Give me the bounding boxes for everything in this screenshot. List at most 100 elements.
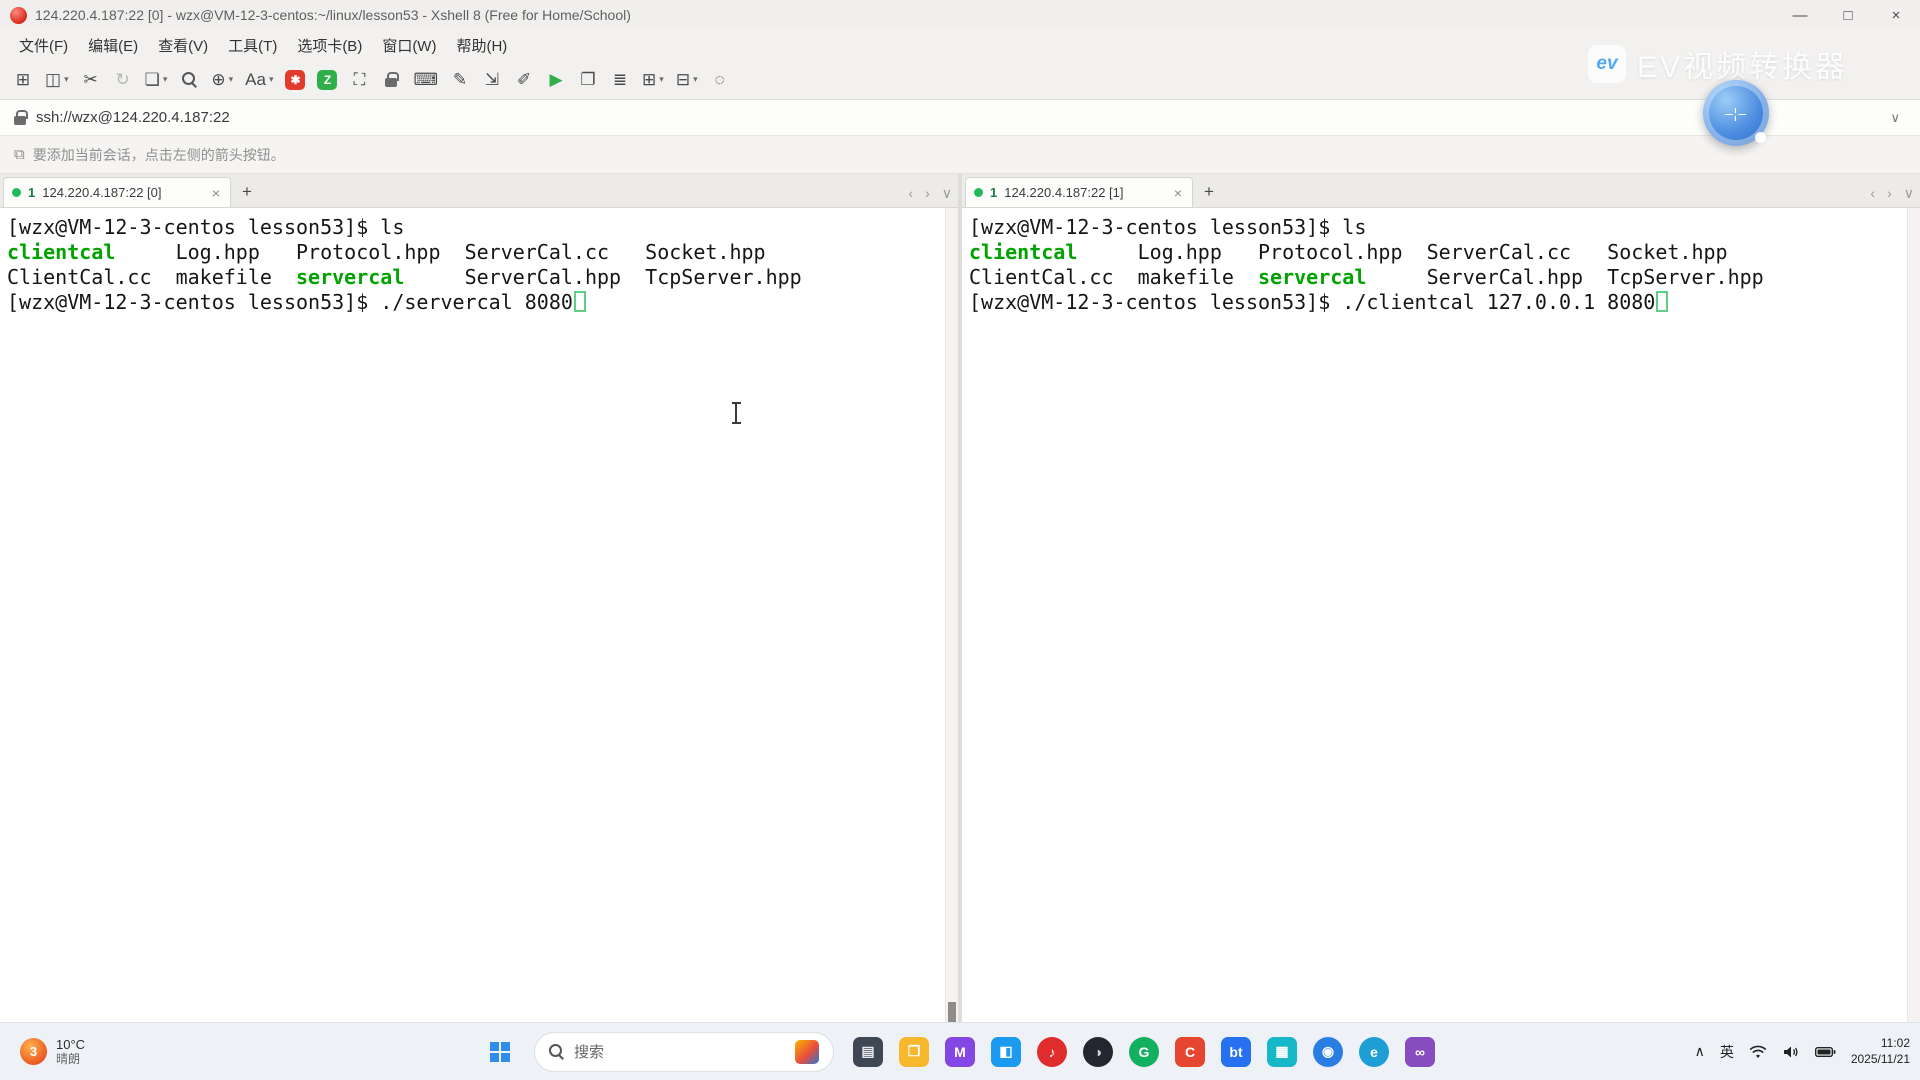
search-daily-image-icon[interactable] [795,1040,819,1064]
dropdown-caret-icon[interactable]: ▾ [163,74,168,85]
tab-list-button[interactable]: ∨ [942,186,952,200]
close-button[interactable]: × [1872,0,1920,30]
battery-icon[interactable] [1815,1046,1836,1058]
tab-list-button[interactable]: ∨ [1904,186,1914,200]
taskbar-app-files[interactable]: ▤ [848,1032,888,1072]
xagent-icon: ✱ [285,70,305,90]
taskbar-app-photos-icon: ▦ [1267,1037,1297,1067]
tab-scroll-right-button[interactable]: › [1887,186,1892,200]
dropdown-caret-icon[interactable]: ▾ [659,74,664,85]
new-session-button[interactable]: ⊞ [8,64,38,96]
properties-button[interactable]: ≣ [605,64,635,96]
taskbar-app-dark-icon: ◑ [1083,1037,1113,1067]
tab-scroll-right-button[interactable]: › [925,186,930,200]
lock-screen-button[interactable] [376,64,406,96]
log-button[interactable]: ⌨ [408,64,443,96]
taskbar-app-purple-m[interactable]: M [940,1032,980,1072]
taskbar-clock[interactable]: 11:02 2025/11/21 [1851,1036,1910,1067]
menu-item-help[interactable]: 帮助(H) [447,31,516,60]
reconnect-button[interactable]: ↻ [108,64,138,96]
taskbar-app-red-c-icon: C [1175,1037,1205,1067]
scrollbar-left[interactable] [945,208,958,1052]
fullscreen-button[interactable]: ⛶ [344,64,374,96]
search-placeholder: 搜索 [574,1041,785,1062]
new-tab-button[interactable]: + [1196,179,1222,205]
terminal-line: [wzx@VM-12-3-centos lesson53]$ ./clientc… [969,290,1902,315]
start-button[interactable] [480,1032,520,1072]
dropdown-caret-icon[interactable]: ▾ [693,74,698,85]
tab-bar-right: 1 124.220.4.187:22 [1] × + ‹ › ∨ [962,174,1920,208]
tab-scroll-left-button[interactable]: ‹ [908,186,913,200]
open-sessions-button[interactable]: ◫▾ [40,64,74,96]
taskbar-app-vscode[interactable]: ◧ [986,1032,1026,1072]
encoding-button[interactable]: ⊕▾ [206,64,238,96]
tab-scroll-left-button[interactable]: ‹ [1870,186,1875,200]
record-button[interactable]: ◌ [705,64,735,96]
terminal-pane-left: 1 124.220.4.187:22 [0] × + ‹ › ∨ [wzx@VM… [0,174,958,1052]
menu-item-view[interactable]: 查看(V) [149,31,217,60]
menu-item-file[interactable]: 文件(F) [10,31,77,60]
menu-item-tools[interactable]: 工具(T) [219,31,286,60]
taskbar-app-music[interactable]: ♪ [1032,1032,1072,1072]
compose-button[interactable]: ✐ [509,64,539,96]
terminal-line: clientcal Log.hpp Protocol.hpp ServerCal… [969,240,1902,265]
tab-close-button[interactable]: × [210,185,222,201]
tab-close-button[interactable]: × [1172,185,1184,201]
taskbar-app-compass[interactable]: ◉ [1308,1032,1348,1072]
taskbar-app-red-c[interactable]: C [1170,1032,1210,1072]
taskbar-app-photos[interactable]: ▦ [1262,1032,1302,1072]
import-button[interactable]: ⇲ [477,64,507,96]
taskbar-weather-widget[interactable]: 3 10°C 晴朗 [12,1023,93,1080]
taskbar-app-explorer[interactable]: ❒ [894,1032,934,1072]
taskbar-app-dark[interactable]: ◑ [1078,1032,1118,1072]
menu-item-edit[interactable]: 编辑(E) [79,31,147,60]
address-bar[interactable]: ssh://wzx@124.220.4.187:22 ∨ [0,100,1920,136]
search-icon [549,1044,564,1059]
taskbar-search-box[interactable]: 搜索 [534,1032,834,1072]
wifi-icon[interactable] [1749,1045,1767,1059]
windows-taskbar: 3 10°C 晴朗 搜索 ▤❒M◧♪◑GCbt▦◉e∞ ∧ 英 11:02 2 [0,1022,1920,1080]
import-box-icon: ⇲ [485,71,499,88]
maximize-button[interactable]: □ [1824,0,1872,30]
ev-float-ball[interactable]: –¦– [1703,80,1769,146]
terminal-line: [wzx@VM-12-3-centos lesson53]$ ls [969,215,1902,240]
scrollbar-right[interactable] [1907,208,1920,1052]
new-window-button[interactable]: ⊞▾ [637,64,669,96]
new-tab-button[interactable]: + [234,179,260,205]
hidden-icons-button[interactable]: ∧ [1695,1043,1705,1060]
terminal-text: servercal [1258,265,1366,289]
minimize-button[interactable]: — [1776,0,1824,30]
menu-item-tab[interactable]: 选项卡(B) [288,31,371,60]
input-language-button[interactable]: 英 [1720,1042,1734,1062]
address-dropdown-icon[interactable]: ∨ [1884,110,1906,126]
terminal-split: 1 124.220.4.187:22 [0] × + ‹ › ∨ [wzx@VM… [0,174,1920,1052]
terminal-output-right[interactable]: [wzx@VM-12-3-centos lesson53]$ lsclientc… [962,208,1920,1052]
taskbar-app-visual-studio[interactable]: ∞ [1400,1032,1440,1072]
volume-icon[interactable] [1782,1045,1800,1059]
xftp-button[interactable]: Z [312,64,342,96]
terminal-wrap-left: [wzx@VM-12-3-centos lesson53]$ lsclientc… [0,208,958,1052]
dropdown-caret-icon[interactable]: ▾ [229,74,234,85]
hint-text: 要添加当前会话，点击左侧的箭头按钮。 [33,145,285,165]
dropdown-caret-icon[interactable]: ▾ [64,74,69,85]
tile-windows-button[interactable]: ⊟▾ [671,64,703,96]
duplicate-session-button[interactable]: ❏▾ [140,64,173,96]
taskbar-app-bt[interactable]: bt [1216,1032,1256,1072]
dropdown-caret-icon[interactable]: ▾ [269,74,274,85]
session-tab-right[interactable]: 1 124.220.4.187:22 [1] × [965,177,1193,207]
find-button[interactable] [174,64,204,96]
panes-button[interactable]: ❐ [573,64,603,96]
session-tab-left[interactable]: 1 124.220.4.187:22 [0] × [3,177,231,207]
terminal-output-left[interactable]: [wzx@VM-12-3-centos lesson53]$ lsclientc… [0,208,958,1052]
taskbar-app-green-g[interactable]: G [1124,1032,1164,1072]
highlight-button[interactable]: ✎ [445,64,475,96]
session-url[interactable]: ssh://wzx@124.220.4.187:22 [36,109,1874,126]
menu-item-window[interactable]: 窗口(W) [373,31,445,60]
xagent-button[interactable]: ✱ [280,64,310,96]
run-script-button[interactable]: ▶ [541,64,571,96]
xshell-window: 124.220.4.187:22 [0] - wzx@VM-12-3-cento… [0,0,1920,1080]
disconnect-button[interactable]: ✂ [76,64,106,96]
session-status-dot [12,188,21,197]
taskbar-app-edge[interactable]: e [1354,1032,1394,1072]
font-button[interactable]: Aa▾ [240,64,278,96]
